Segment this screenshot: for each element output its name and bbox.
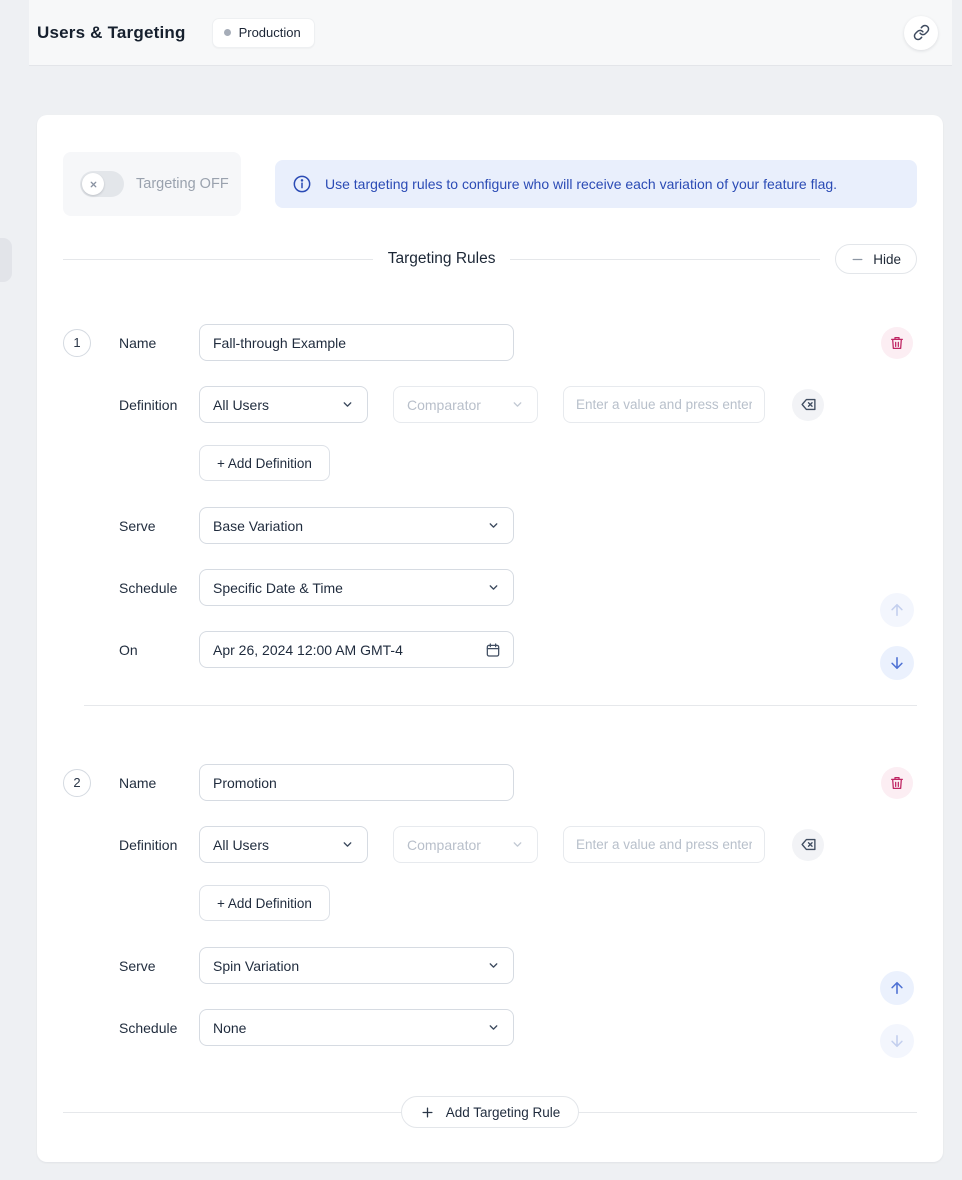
schedule-label: Schedule <box>119 1020 199 1036</box>
serve-select[interactable]: Spin Variation <box>199 947 514 984</box>
serve-label: Serve <box>119 958 199 974</box>
add-rule-row: Add Targeting Rule <box>63 1096 917 1128</box>
clear-definition-button[interactable] <box>792 829 824 861</box>
chevron-down-icon <box>341 838 354 851</box>
rule-reorder-controls <box>880 971 914 1058</box>
rule-divider <box>84 705 917 706</box>
schedule-row: Schedule Specific Date & Time <box>63 569 917 606</box>
page-title: Users & Targeting <box>37 23 186 43</box>
add-definition-button[interactable]: + Add Definition <box>199 885 330 921</box>
info-icon <box>292 174 312 194</box>
serve-row: Serve Spin Variation <box>63 947 917 984</box>
clear-definition-button[interactable] <box>792 389 824 421</box>
arrow-up-icon <box>888 601 906 619</box>
definition-label: Definition <box>119 397 199 413</box>
definition-select[interactable]: All Users <box>199 386 368 423</box>
environment-label: Production <box>239 25 301 40</box>
trash-icon <box>889 775 905 791</box>
plus-icon <box>420 1105 435 1120</box>
trash-icon <box>889 335 905 351</box>
targeting-rules-section-header: Targeting Rules Hide <box>63 244 917 274</box>
drawer-handle[interactable] <box>0 238 12 282</box>
comparator-select: Comparator <box>393 826 538 863</box>
name-label: Name <box>119 335 199 351</box>
definition-row: Definition All Users Comparator <box>63 826 917 863</box>
move-rule-down-button[interactable] <box>880 646 914 680</box>
serve-row: Serve Base Variation <box>63 507 917 544</box>
comparator-select: Comparator <box>393 386 538 423</box>
on-label: On <box>119 642 199 658</box>
hide-rules-button[interactable]: Hide <box>835 244 917 274</box>
info-banner-text: Use targeting rules to configure who wil… <box>325 176 837 192</box>
environment-badge[interactable]: Production <box>212 18 315 48</box>
chevron-down-icon <box>487 581 500 594</box>
schedule-row: Schedule None <box>63 1009 917 1046</box>
schedule-label: Schedule <box>119 580 199 596</box>
targeting-panel: Targeting OFF Use targeting rules to con… <box>37 115 943 1162</box>
backspace-icon <box>800 836 817 853</box>
minus-icon <box>851 253 864 266</box>
arrow-down-icon <box>888 654 906 672</box>
backspace-icon <box>800 396 817 413</box>
targeting-rules-list: 1 Name Definition All Users Compara <box>63 324 917 1128</box>
add-targeting-rule-button[interactable]: Add Targeting Rule <box>401 1096 580 1128</box>
rule-name-input[interactable] <box>199 764 514 801</box>
targeting-status-row: Targeting OFF Use targeting rules to con… <box>63 152 917 216</box>
calendar-icon <box>485 642 501 658</box>
delete-rule-button[interactable] <box>881 767 913 799</box>
add-definition-button[interactable]: + Add Definition <box>199 445 330 481</box>
targeting-rule-1: 1 Name Definition All Users Compara <box>63 324 917 668</box>
delete-rule-button[interactable] <box>881 327 913 359</box>
page-header: Users & Targeting Production <box>29 0 952 66</box>
x-icon <box>89 180 98 189</box>
chevron-down-icon <box>487 959 500 972</box>
chevron-down-icon <box>341 398 354 411</box>
name-label: Name <box>119 775 199 791</box>
rule-name-input[interactable] <box>199 324 514 361</box>
rule-number: 1 <box>63 329 91 357</box>
move-rule-up-button[interactable] <box>880 971 914 1005</box>
add-rule-label: Add Targeting Rule <box>446 1105 561 1120</box>
targeting-toggle-box: Targeting OFF <box>63 152 241 216</box>
chevron-down-icon <box>487 1021 500 1034</box>
chevron-down-icon <box>511 398 524 411</box>
copy-link-button[interactable] <box>904 16 938 50</box>
arrow-up-icon <box>888 979 906 997</box>
rule-reorder-controls <box>880 593 914 680</box>
info-banner: Use targeting rules to configure who wil… <box>275 160 917 208</box>
move-rule-down-button <box>880 1024 914 1058</box>
rule-number: 2 <box>63 769 91 797</box>
definition-row: Definition All Users Comparator <box>63 386 917 423</box>
targeting-rule-2: 2 Name Definition All Users Compara <box>63 764 917 1046</box>
definition-value-input <box>563 386 765 423</box>
targeting-toggle-label: Targeting OFF <box>136 176 229 192</box>
section-title: Targeting Rules <box>388 250 496 268</box>
link-icon <box>913 24 930 41</box>
arrow-down-icon <box>888 1032 906 1050</box>
move-rule-up-button <box>880 593 914 627</box>
serve-select[interactable]: Base Variation <box>199 507 514 544</box>
definition-label: Definition <box>119 837 199 853</box>
environment-dot-icon <box>224 29 231 36</box>
schedule-select[interactable]: None <box>199 1009 514 1046</box>
schedule-datetime-picker[interactable]: Apr 26, 2024 12:00 AM GMT-4 <box>199 631 514 668</box>
name-row: 1 Name <box>63 324 917 361</box>
definition-select[interactable]: All Users <box>199 826 368 863</box>
divider <box>63 259 373 260</box>
name-row: 2 Name <box>63 764 917 801</box>
on-row: On Apr 26, 2024 12:00 AM GMT-4 <box>63 631 917 668</box>
serve-label: Serve <box>119 518 199 534</box>
toggle-knob <box>82 173 104 195</box>
targeting-toggle[interactable] <box>80 171 124 197</box>
chevron-down-icon <box>511 838 524 851</box>
hide-button-label: Hide <box>873 252 901 267</box>
definition-value-input <box>563 826 765 863</box>
chevron-down-icon <box>487 519 500 532</box>
schedule-select[interactable]: Specific Date & Time <box>199 569 514 606</box>
divider <box>510 259 820 260</box>
